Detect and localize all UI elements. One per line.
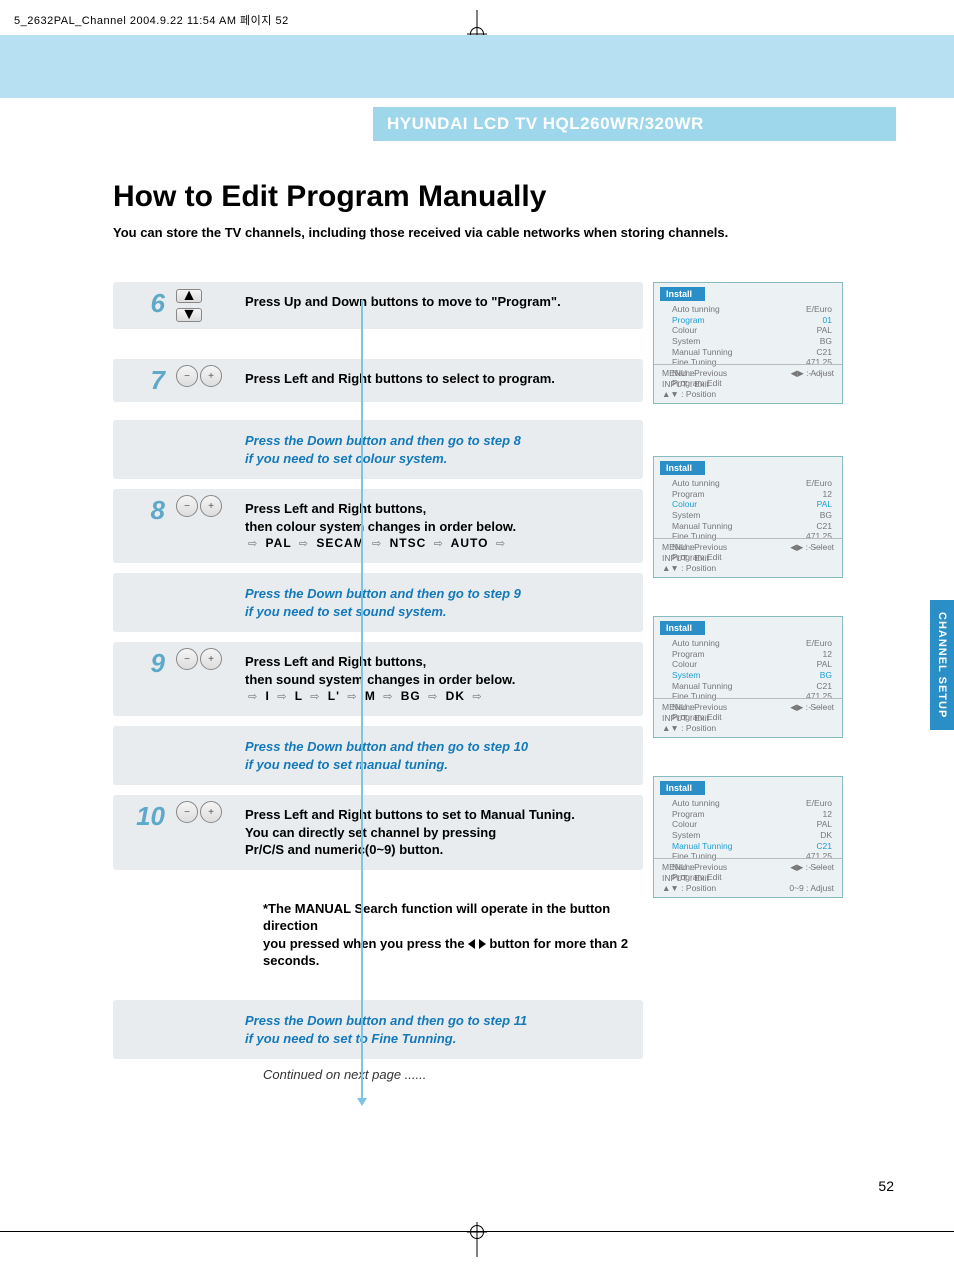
step-10-number: 10 (136, 801, 165, 832)
step-8-text: Press Left and Right buttons, then colou… (245, 495, 643, 557)
step-6-number: 6 (151, 288, 165, 319)
right-button-icon: + (200, 495, 222, 517)
leftright-button-icon: − + (170, 801, 245, 823)
step-8-number: 8 (151, 495, 165, 526)
left-button-icon: − (176, 495, 198, 517)
hint-8-block: Press the Down button and then go to ste… (113, 420, 643, 479)
sound-system-sequence: ⇨ I ⇨ L ⇨ L' ⇨ M ⇨ BG ⇨ DK ⇨ (245, 688, 635, 705)
steps-column: 6 ▲ ▼ Press Up and Down buttons to move … (113, 282, 643, 1082)
step-9-text: Press Left and Right buttons, then sound… (245, 648, 643, 710)
leftright-button-icon: − + (170, 648, 245, 670)
right-button-icon: + (200, 801, 222, 823)
osd-box-4: Install Auto tunningE/EuroProgram12Colou… (653, 776, 843, 898)
step-10-text: Press Left and Right buttons to set to M… (245, 801, 643, 864)
step-7-text: Press Left and Right buttons to select t… (245, 365, 643, 393)
crop-target-bottom (470, 1225, 484, 1239)
step-6-block: 6 ▲ ▼ Press Up and Down buttons to move … (113, 282, 643, 329)
hint-9-block: Press the Down button and then go to ste… (113, 573, 643, 632)
step-7-number: 7 (151, 365, 165, 396)
product-header: HYUNDAI LCD TV HQL260WR/320WR (373, 107, 896, 141)
down-button-icon: ▼ (176, 308, 202, 322)
step-10-block: 10 − + Press Left and Right buttons to s… (113, 795, 643, 870)
step-9-block: 9 − + Press Left and Right buttons, then… (113, 642, 643, 716)
right-button-icon: + (200, 365, 222, 387)
page-title: How to Edit Program Manually (113, 180, 546, 214)
step-7-block: 7 − + Press Left and Right buttons to se… (113, 359, 643, 402)
hint-8-text: Press the Down button and then go to ste… (245, 426, 529, 473)
hint-9-text: Press the Down button and then go to ste… (245, 579, 529, 626)
page-subtitle: You can store the TV channels, including… (113, 225, 728, 240)
steps-content: Install Auto tunningE/EuroProgram01Colou… (113, 282, 853, 1082)
left-button-icon: − (176, 801, 198, 823)
page-number: 52 (878, 1178, 894, 1194)
osd-column: Install Auto tunningE/EuroProgram01Colou… (653, 282, 853, 908)
left-button-icon: − (176, 365, 198, 387)
continued-text: Continued on next page ...... (113, 1067, 643, 1082)
hint-10-block: Press the Down button and then go to ste… (113, 726, 643, 785)
up-button-icon: ▲ (176, 289, 202, 303)
manual-search-note: *The MANUAL Search function will operate… (113, 895, 643, 975)
section-tab: CHANNEL SETUP (930, 600, 954, 730)
doc-meta-header: 5_2632PAL_Channel 2004.9.22 11:54 AM 페이지… (14, 12, 289, 28)
colour-system-sequence: ⇨ PAL ⇨ SECAM ⇨ NTSC ⇨ AUTO ⇨ (245, 535, 635, 552)
leftright-button-icon: − + (170, 365, 245, 387)
leftright-button-icon: − + (170, 495, 245, 517)
right-button-icon: + (200, 648, 222, 670)
step-9-number: 9 (151, 648, 165, 679)
osd-box-2: Install Auto tunningE/EuroProgram12Colou… (653, 456, 843, 578)
header-band (0, 35, 954, 98)
step-8-block: 8 − + Press Left and Right buttons, then… (113, 489, 643, 563)
left-button-icon: − (176, 648, 198, 670)
flow-arrow (361, 300, 363, 1098)
hint-10-text: Press the Down button and then go to ste… (245, 732, 536, 779)
step-6-text: Press Up and Down buttons to move to "Pr… (245, 288, 643, 316)
hint-11-block: Press the Down button and then go to ste… (113, 1000, 643, 1059)
updown-button-icon: ▲ ▼ (170, 288, 245, 323)
osd-box-1: Install Auto tunningE/EuroProgram01Colou… (653, 282, 843, 404)
osd-box-3: Install Auto tunningE/EuroProgram12Colou… (653, 616, 843, 738)
hint-11-text: Press the Down button and then go to ste… (245, 1006, 535, 1053)
